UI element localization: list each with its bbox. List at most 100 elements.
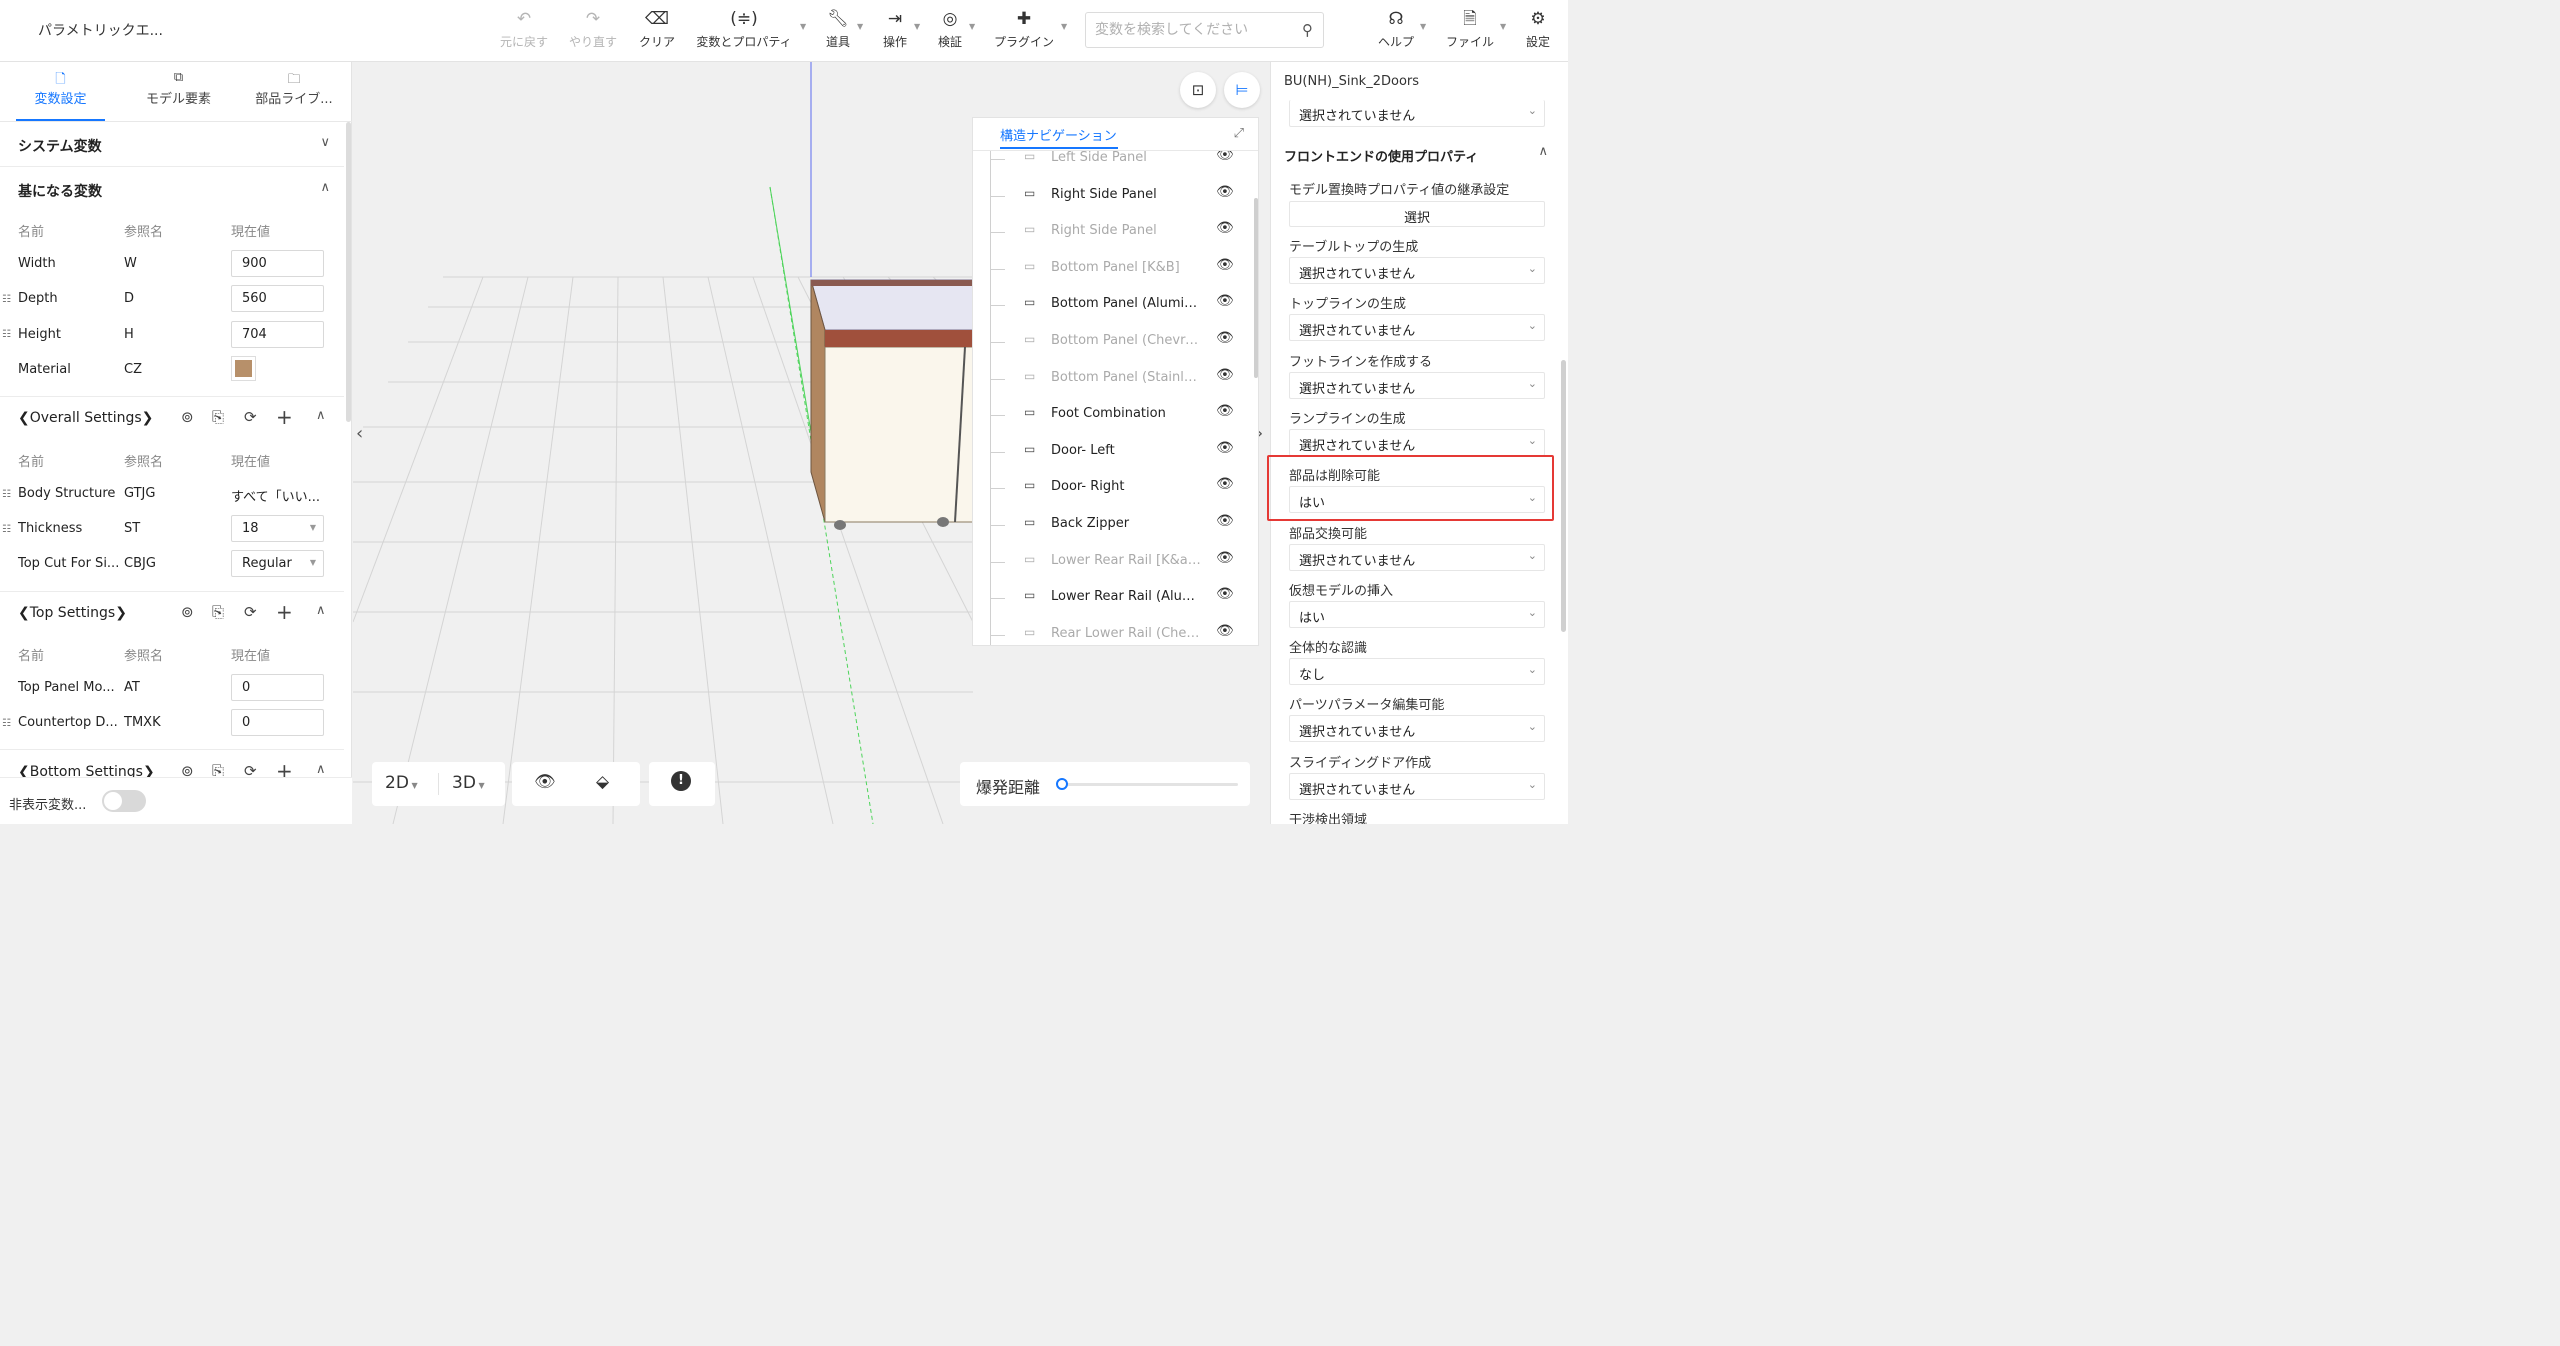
redo-button[interactable]: ↷ やり直す xyxy=(566,8,620,54)
chevron-up-icon[interactable]: ∧ xyxy=(316,762,326,777)
visibility-eye-icon[interactable]: 👁︎ xyxy=(1216,151,1234,163)
scrollbar[interactable] xyxy=(1561,360,1566,632)
link-icon: ☷ xyxy=(2,294,11,305)
explode-slider-handle[interactable] xyxy=(1056,778,1068,790)
visibility-eye-icon[interactable]: 👁︎ xyxy=(1216,367,1234,383)
add-icon[interactable]: + xyxy=(276,600,293,624)
visibility-eye-icon[interactable]: 👁︎ xyxy=(1216,476,1234,492)
undo-button[interactable]: ↶ 元に戻す xyxy=(497,8,551,54)
cube-icon[interactable]: ⬙ xyxy=(596,772,609,792)
property-select[interactable]: なし ⌄ xyxy=(1289,658,1545,686)
3d-view-button[interactable]: 3D ▼ xyxy=(452,773,485,793)
tree-node[interactable]: ▭ Lower Rear Rail [K&amp;... 👁︎ xyxy=(973,544,1258,580)
operations-menu[interactable]: ⇥ 操作 xyxy=(877,8,913,54)
thickness-select[interactable]: 18 ▼ xyxy=(231,515,324,542)
countertop-value-input[interactable]: 0 xyxy=(231,709,324,736)
top-cut-select[interactable]: Regular ▼ xyxy=(231,550,324,577)
clear-button[interactable]: ⌫ クリア xyxy=(635,8,679,54)
chart-view-button[interactable]: ⊡ xyxy=(1180,72,1216,108)
structure-tree-list: ▭ Left Side Panel 👁︎ ▭ Right Side Panel 👁︎ ▭ Ri… xyxy=(973,151,1258,645)
settings-target-icon[interactable]: ⊚ xyxy=(181,408,194,426)
collapse-left-arrow-icon[interactable]: ‹ xyxy=(356,423,363,444)
tree-node[interactable]: ▭ Door- Right 👁︎ xyxy=(973,470,1258,506)
2d-view-button[interactable]: 2D ▼ xyxy=(385,773,418,793)
scrollbar[interactable] xyxy=(346,122,351,422)
tab-model-elements[interactable]: ⧉ モデル要素 xyxy=(134,62,223,122)
tree-node[interactable]: ▭ Foot Combination 👁︎ xyxy=(973,397,1258,433)
tree-node[interactable]: ▭ Door- Left 👁︎ xyxy=(973,434,1258,470)
visibility-eye-icon[interactable]: 👁︎ xyxy=(1216,257,1234,273)
tree-node[interactable]: ▭ Right Side Panel 👁︎ xyxy=(973,214,1258,250)
visibility-eye-icon[interactable]: 👁︎ xyxy=(1216,513,1234,529)
tree-node[interactable]: ▭ Bottom Panel (Chevron) 👁︎ xyxy=(973,324,1258,360)
tree-node[interactable]: ▭ Right Side Panel 👁︎ xyxy=(973,178,1258,214)
link-icon: ☷ xyxy=(2,718,11,729)
import-icon[interactable]: ⎘ xyxy=(212,603,224,621)
visibility-eye-icon[interactable]: 👁︎ xyxy=(1216,586,1234,602)
visibility-eye-icon[interactable]: 👁︎ xyxy=(1216,550,1234,566)
material-swatch[interactable] xyxy=(231,356,256,381)
visibility-eye-icon[interactable]: 👁︎ xyxy=(1216,330,1234,346)
chevron-up-icon[interactable]: ∧ xyxy=(316,408,326,423)
property-select[interactable]: 選択されていません ⌄ xyxy=(1289,428,1545,456)
alert-icon[interactable]: ! xyxy=(671,771,691,791)
tree-node[interactable]: ▭ Bottom Panel (Stainless ... 👁︎ xyxy=(973,361,1258,397)
tab-parts-library[interactable]: 🗀︎ 部品ライブ... xyxy=(246,62,342,122)
scrollbar[interactable] xyxy=(1254,198,1258,378)
refresh-doc-icon[interactable]: ⟳ xyxy=(244,603,257,621)
help-menu[interactable]: ☊ ヘルプ xyxy=(1376,8,1416,54)
variable-name: Body Structure xyxy=(18,486,116,501)
property-select[interactable]: 選択されていません ⌄ xyxy=(1289,543,1545,571)
plugins-menu[interactable]: ✚ プラグイン xyxy=(993,8,1055,54)
column-header-value: 現在値 xyxy=(231,225,271,240)
tree-node[interactable]: ▭ Bottom Panel [K&B] 👁︎ xyxy=(973,251,1258,287)
depth-value-input[interactable]: 560 xyxy=(231,285,324,312)
explode-slider-track[interactable] xyxy=(1062,783,1238,786)
eye-icon[interactable]: 👁︎ xyxy=(534,772,556,792)
visibility-eye-icon[interactable]: 👁︎ xyxy=(1216,440,1234,456)
tree-node[interactable]: ▭ Lower Rear Rail (Alumin... 👁︎ xyxy=(973,580,1258,616)
structure-tree-button[interactable]: ⊨ xyxy=(1224,72,1260,108)
tree-node-label: Rear Lower Rail (Chevron) xyxy=(1051,625,1201,641)
structure-navigation-title[interactable]: 構造ナビゲーション xyxy=(1000,125,1117,144)
visibility-eye-icon[interactable]: 👁︎ xyxy=(1216,293,1234,309)
add-icon[interactable]: + xyxy=(276,405,293,429)
chevron-down-icon: ⌄ xyxy=(1527,376,1537,390)
property-select[interactable]: 選択されていません ⌄ xyxy=(1289,772,1545,800)
tools-menu[interactable]: 🔧︎ 道具 xyxy=(820,8,856,54)
search-icon[interactable]: ⚲ xyxy=(1302,21,1313,39)
import-icon[interactable]: ⎘ xyxy=(212,408,224,426)
settings-target-icon[interactable]: ⊚ xyxy=(181,603,194,621)
search-input[interactable] xyxy=(1086,13,1291,47)
variables-properties-menu[interactable]: (≑) 変数とプロパティ xyxy=(694,8,794,54)
file-icon: 🗎︎ xyxy=(1463,9,1477,29)
tree-node[interactable]: ▭ Bottom Panel (Aluminu... 👁︎ xyxy=(973,287,1258,323)
property-select[interactable]: 選択されていません ⌄ xyxy=(1289,371,1545,399)
visibility-eye-icon[interactable]: 👁︎ xyxy=(1216,403,1234,419)
visibility-eye-icon[interactable]: 👁︎ xyxy=(1216,184,1234,200)
variable-name: Top Cut For Si... xyxy=(18,556,120,571)
property-select[interactable]: はい ⌄ xyxy=(1289,600,1545,628)
tab-variable-settings[interactable]: 🗋︎ 変数設定 xyxy=(16,62,105,122)
expand-icon[interactable]: ⤢ xyxy=(1234,126,1244,141)
height-value-input[interactable]: 704 xyxy=(231,321,324,348)
system-variables-header[interactable]: システム変数 ∨ xyxy=(0,122,344,166)
validate-menu[interactable]: ◎ 検証 xyxy=(934,8,966,54)
tree-node[interactable]: ▭ Rear Lower Rail (Chevron) 👁︎ xyxy=(973,617,1258,645)
property-select[interactable]: 選択されていません ⌄ xyxy=(1289,257,1545,284)
width-value-input[interactable]: 900 xyxy=(231,250,324,277)
property-select[interactable]: 選択されていません ⌄ xyxy=(1289,715,1545,743)
base-variables-header[interactable]: 基になる変数 ∧ xyxy=(0,167,344,211)
chevron-up-icon[interactable]: ∧ xyxy=(316,603,326,618)
visibility-eye-icon[interactable]: 👁︎ xyxy=(1216,623,1234,639)
settings-button[interactable]: ⚙ 設定 xyxy=(1522,8,1554,54)
hidden-variables-toggle[interactable] xyxy=(102,790,146,812)
tree-node[interactable]: ▭ Back Zipper 👁︎ xyxy=(973,507,1258,543)
refresh-doc-icon[interactable]: ⟳ xyxy=(244,408,257,426)
cabinet-model[interactable] xyxy=(810,279,974,530)
tree-node[interactable]: ▭ Left Side Panel 👁︎ xyxy=(973,151,1258,177)
property-select[interactable]: 選択されていません ⌄ xyxy=(1289,314,1545,342)
file-menu[interactable]: 🗎︎ ファイル xyxy=(1444,8,1496,54)
top-panel-value-input[interactable]: 0 xyxy=(231,674,324,701)
visibility-eye-icon[interactable]: 👁︎ xyxy=(1216,220,1234,236)
